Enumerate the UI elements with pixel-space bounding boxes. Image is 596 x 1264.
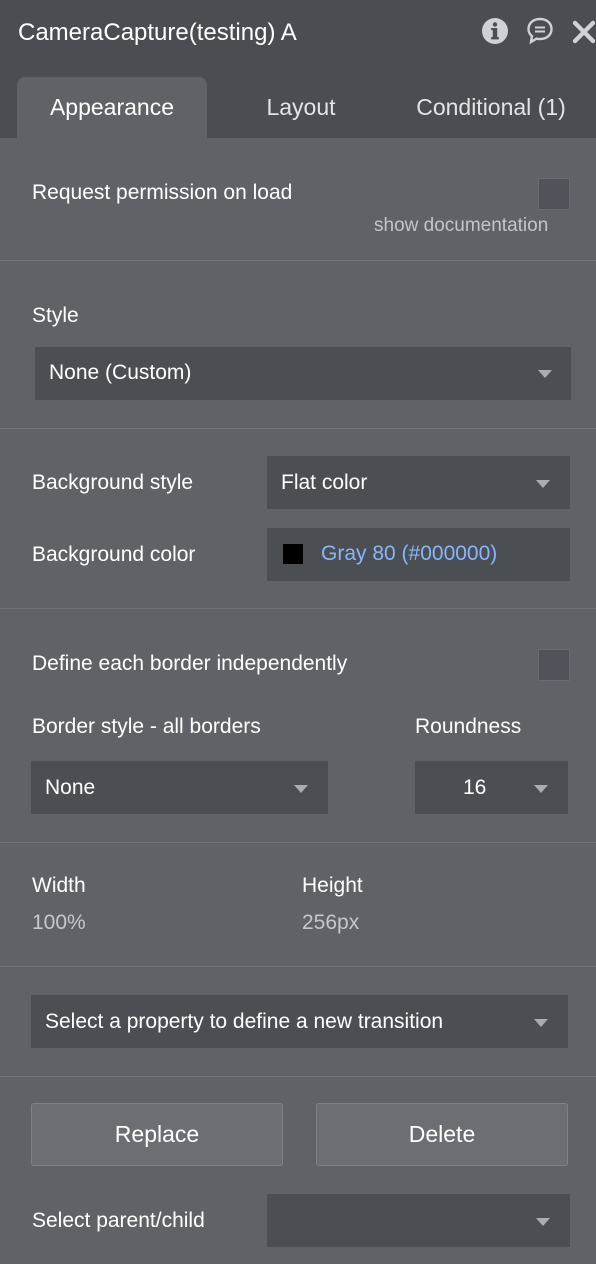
tab-conditional[interactable]: Conditional (1)	[398, 77, 584, 138]
divider	[0, 842, 596, 843]
border-style-label: Border style - all borders	[32, 715, 261, 738]
divider	[0, 260, 596, 261]
divider	[0, 428, 596, 429]
border-independent-checkbox[interactable]	[538, 649, 570, 681]
title-bar: CameraCapture(testing) A	[0, 0, 596, 64]
chevron-down-icon	[536, 480, 550, 488]
background-style-label: Background style	[32, 471, 194, 494]
parent-child-label: Select parent/child	[32, 1209, 205, 1232]
transition-dropdown[interactable]: Select a property to define a new transi…	[31, 995, 568, 1048]
background-style-value: Flat color	[281, 471, 368, 494]
chevron-down-icon	[294, 785, 308, 793]
tab-layout[interactable]: Layout	[230, 77, 372, 138]
background-color-label: Background color	[32, 543, 196, 566]
chevron-down-icon	[534, 1019, 548, 1027]
permission-label: Request permission on load	[32, 181, 293, 204]
color-swatch	[283, 544, 303, 564]
roundness-dropdown[interactable]: 16	[415, 761, 568, 814]
border-style-value: None	[45, 776, 96, 799]
divider	[0, 966, 596, 967]
roundness-label: Roundness	[415, 715, 522, 738]
element-title: CameraCapture(testing) A	[18, 19, 297, 46]
background-color-picker[interactable]: Gray 80 (#000000)	[267, 528, 570, 581]
background-style-dropdown[interactable]: Flat color	[267, 456, 570, 509]
style-dropdown-value: None (Custom)	[49, 361, 192, 384]
close-icon[interactable]	[572, 20, 596, 49]
chevron-down-icon	[534, 785, 548, 793]
height-label: Height	[302, 874, 363, 897]
permission-checkbox[interactable]	[538, 178, 570, 210]
roundness-value: 16	[463, 776, 487, 799]
width-value: 100%	[32, 911, 86, 934]
divider	[0, 608, 596, 609]
border-independent-label: Define each border independently	[32, 652, 348, 675]
border-style-dropdown[interactable]: None	[31, 761, 328, 814]
show-documentation-link[interactable]: show documentation	[374, 215, 548, 237]
comment-icon[interactable]	[526, 16, 554, 51]
parent-child-dropdown[interactable]	[267, 1194, 570, 1247]
delete-button[interactable]: Delete	[316, 1103, 568, 1166]
transition-placeholder: Select a property to define a new transi…	[45, 1010, 444, 1033]
style-dropdown[interactable]: None (Custom)	[35, 347, 571, 400]
replace-button[interactable]: Replace	[31, 1103, 283, 1166]
height-value: 256px	[302, 911, 360, 934]
info-icon[interactable]	[480, 16, 510, 51]
tab-bar: Appearance Layout Conditional (1)	[0, 64, 596, 138]
tab-appearance[interactable]: Appearance	[17, 77, 207, 138]
width-label: Width	[32, 874, 86, 897]
chevron-down-icon	[536, 1218, 550, 1226]
chevron-down-icon	[538, 370, 552, 378]
background-color-value: Gray 80 (#000000)	[321, 542, 498, 565]
style-label: Style	[32, 304, 79, 327]
divider	[0, 1076, 596, 1077]
